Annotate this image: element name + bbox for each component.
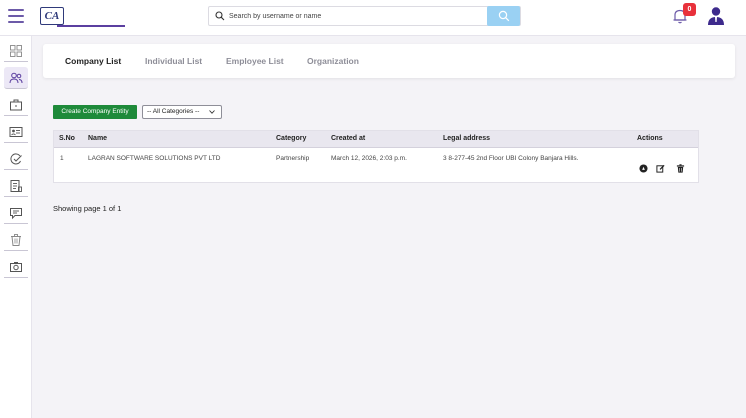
table-header: S.No Name Category Created at Legal addr… [54,131,698,148]
active-tab-indicator [57,25,125,27]
users-icon [9,72,23,83]
message-icon [10,207,22,219]
category-select-value: -- All Categories -- [147,108,200,115]
grid-icon [10,44,22,57]
search-bar [208,6,521,26]
view-icon[interactable] [639,164,648,173]
search-button[interactable] [487,6,520,26]
sidebar-item-documents[interactable] [4,175,28,197]
category-select[interactable]: -- All Categories -- [142,105,222,119]
cell-category: Partnership [276,155,310,162]
search-input[interactable] [229,9,489,23]
id-card-icon [9,126,23,137]
search-icon [498,10,509,22]
cell-name: LAGRAN SOFTWARE SOLUTIONS PVT LTD [88,155,221,162]
user-avatar-icon[interactable] [707,6,725,26]
document-icon [10,179,22,192]
menu-icon[interactable] [8,9,24,23]
chevron-down-icon [209,110,215,114]
sidebar-item-business[interactable] [4,94,28,116]
sidebar [0,36,32,418]
search-icon [215,11,225,21]
column-header-created-at: Created at [331,135,366,142]
delete-icon[interactable] [676,164,685,173]
tab-organization[interactable]: Organization [307,56,359,66]
pagination-info: Showing page 1 of 1 [53,204,122,213]
column-header-sno: S.No [59,135,75,142]
column-header-name: Name [88,135,108,142]
sidebar-item-dashboard[interactable] [4,40,28,62]
create-company-entity-button[interactable]: Create Company Entity [53,105,137,119]
app-logo[interactable]: CA [40,7,64,25]
top-bar: CA 0 [0,0,746,36]
cell-legal-address: 3 8-277-45 2nd Floor UBI Colony Banjara … [443,155,579,162]
tab-bar: Company List Individual List Employee Li… [43,44,735,78]
cell-created-at: March 12, 2026, 2:03 p.m. [331,155,407,162]
company-table: S.No Name Category Created at Legal addr… [53,130,699,183]
sidebar-item-media[interactable] [4,256,28,278]
sidebar-item-trash[interactable] [4,229,28,251]
trash-icon [11,233,21,246]
briefcase-icon [10,99,22,110]
sidebar-item-messages[interactable] [4,202,28,224]
camera-icon [10,261,22,272]
tab-company-list[interactable]: Company List [65,56,121,66]
tab-employee-list[interactable]: Employee List [226,56,284,66]
user-check-icon [10,152,22,164]
sidebar-item-id-cards[interactable] [4,121,28,143]
column-header-legal-address: Legal address [443,135,491,142]
edit-icon[interactable] [656,164,665,173]
column-header-actions: Actions [637,135,663,142]
sidebar-item-users[interactable] [4,67,28,89]
tab-individual-list[interactable]: Individual List [145,56,202,66]
column-header-category: Category [276,135,307,142]
cell-sno: 1 [60,155,64,162]
notification-badge: 0 [683,3,696,16]
sidebar-item-approvals[interactable] [4,148,28,170]
